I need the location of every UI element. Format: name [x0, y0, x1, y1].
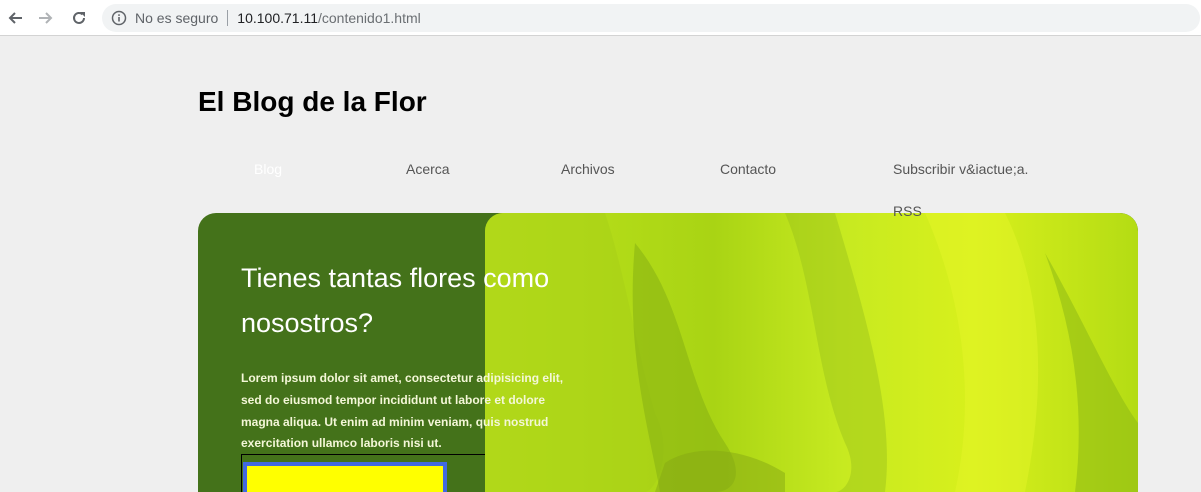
- nav-subscribir-rss[interactable]: Subscribir v&iactue;a. RSS: [893, 148, 1043, 232]
- yellow-placeholder-image: [243, 462, 447, 492]
- flower-petals-image: [485, 213, 1138, 492]
- nav-archivos[interactable]: Archivos: [561, 161, 615, 177]
- info-icon[interactable]: [111, 10, 127, 26]
- browser-toolbar: No es seguro 10.100.71.11/contenido1.htm…: [0, 0, 1201, 36]
- forward-button[interactable]: [33, 5, 59, 31]
- reload-icon: [73, 11, 85, 24]
- nav-contacto[interactable]: Contacto: [720, 161, 776, 177]
- hero-heading: Tienes tantas flores como nosostros?: [241, 263, 550, 338]
- hero-image-frame: [241, 454, 485, 492]
- reload-button[interactable]: [66, 5, 92, 31]
- hero-banner: Tienes tantas flores como nosostros? Lor…: [198, 213, 1138, 492]
- back-button[interactable]: [2, 5, 28, 31]
- nav-acerca[interactable]: Acerca: [406, 161, 450, 177]
- arrow-left-icon: [8, 12, 22, 24]
- nav-blog[interactable]: Blog: [254, 161, 282, 177]
- security-label: No es seguro: [135, 10, 219, 26]
- separator: [227, 10, 229, 26]
- site-title: El Blog de la Flor: [198, 86, 427, 117]
- url-path: /contenido1.html: [318, 10, 421, 26]
- address-bar[interactable]: No es seguro 10.100.71.11/contenido1.htm…: [102, 4, 1200, 32]
- hero-body-text: Lorem ipsum dolor sit amet, consectetur …: [241, 371, 564, 451]
- flower-photo: [485, 213, 1138, 492]
- arrow-right-icon: [39, 12, 53, 24]
- url-host: 10.100.71.11: [237, 10, 318, 26]
